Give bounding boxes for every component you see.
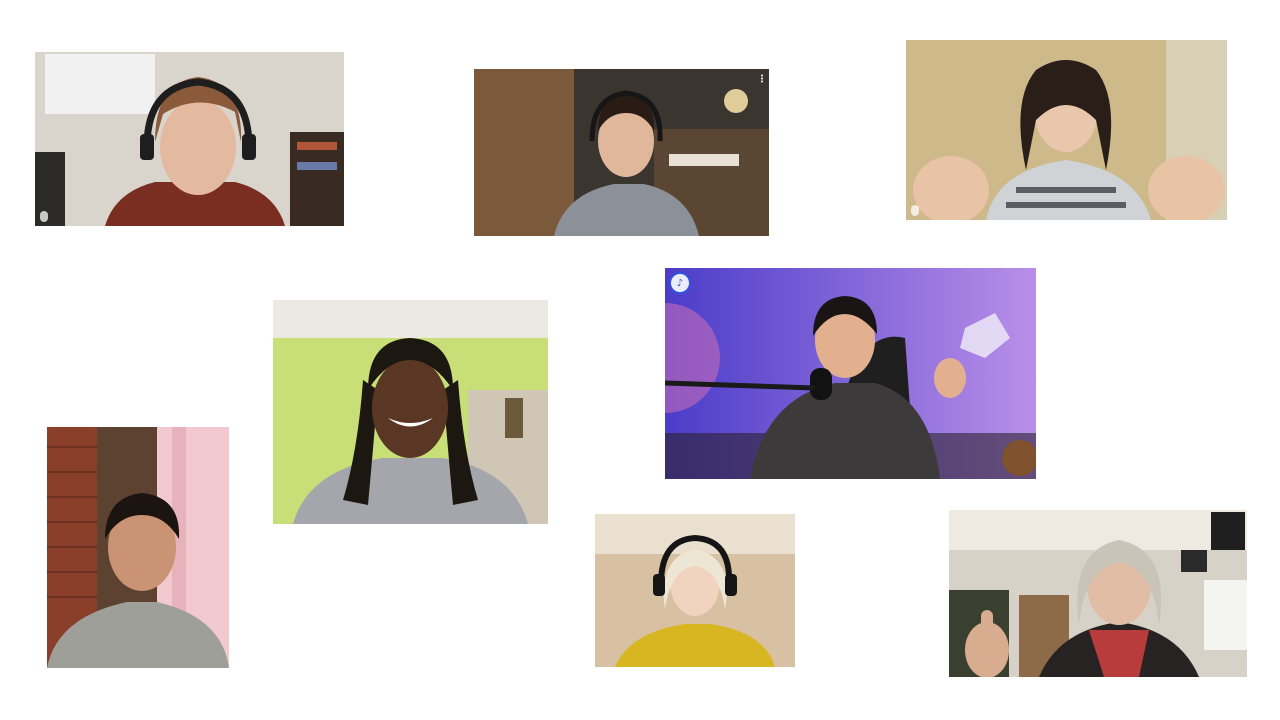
video-tile-3[interactable] <box>906 40 1227 220</box>
participant-video-4 <box>273 300 548 524</box>
video-tile-7[interactable] <box>595 514 795 667</box>
video-tile-8[interactable] <box>949 510 1247 677</box>
participant-video-3 <box>906 40 1227 220</box>
speaking-indicator-icon: ♪ <box>671 274 689 292</box>
participant-video-1 <box>35 52 344 226</box>
video-tile-6[interactable] <box>47 427 229 668</box>
participant-video-6 <box>47 427 229 668</box>
participant-video-7 <box>595 514 795 667</box>
video-tile-4[interactable] <box>273 300 548 524</box>
mic-muted-icon <box>911 205 919 216</box>
participant-video-2 <box>474 69 769 236</box>
more-options-icon[interactable] <box>761 74 763 83</box>
participant-video-5 <box>665 268 1036 479</box>
participant-video-8 <box>949 510 1247 677</box>
video-tile-1[interactable] <box>35 52 344 226</box>
mic-muted-icon <box>40 211 48 222</box>
video-tile-2[interactable] <box>474 69 769 236</box>
video-tile-5[interactable]: ♪ <box>665 268 1036 479</box>
